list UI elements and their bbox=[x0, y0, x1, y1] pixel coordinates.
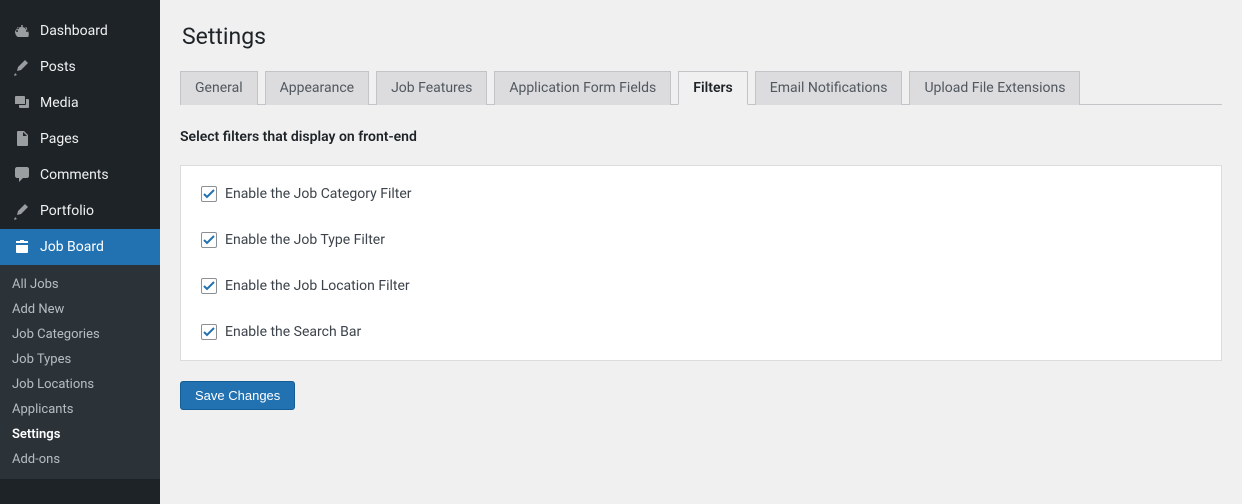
content-area: Settings General Appearance Job Features… bbox=[160, 0, 1242, 504]
sidebar-submenu: All Jobs Add New Job Categories Job Type… bbox=[0, 265, 160, 479]
pin-icon bbox=[12, 201, 32, 221]
submenu-job-categories[interactable]: Job Categories bbox=[0, 322, 160, 347]
checkbox-job-type[interactable] bbox=[201, 232, 217, 248]
filter-row: Enable the Job Type Filter bbox=[201, 232, 1201, 248]
briefcase-icon bbox=[12, 237, 32, 257]
sidebar-item-dashboard[interactable]: Dashboard bbox=[0, 13, 160, 49]
tab-general[interactable]: General bbox=[180, 71, 258, 105]
dashboard-icon bbox=[12, 21, 32, 41]
checkbox-search-bar[interactable] bbox=[201, 324, 217, 340]
checkbox-label: Enable the Job Location Filter bbox=[225, 278, 410, 294]
submenu-job-types[interactable]: Job Types bbox=[0, 347, 160, 372]
sidebar-item-label: Dashboard bbox=[40, 23, 108, 39]
media-icon bbox=[12, 93, 32, 113]
sidebar-item-label: Pages bbox=[40, 131, 79, 147]
admin-sidebar: Dashboard Posts Media Pages Comments Por… bbox=[0, 0, 160, 504]
sidebar-item-label: Job Board bbox=[40, 239, 104, 255]
checkbox-job-location[interactable] bbox=[201, 278, 217, 294]
sidebar-item-label: Posts bbox=[40, 59, 76, 75]
tabs-nav: General Appearance Job Features Applicat… bbox=[180, 70, 1222, 105]
comment-icon bbox=[12, 165, 32, 185]
sidebar-item-pages[interactable]: Pages bbox=[0, 121, 160, 157]
tab-application-form-fields[interactable]: Application Form Fields bbox=[494, 71, 671, 105]
filter-row: Enable the Job Category Filter bbox=[201, 186, 1201, 202]
checkbox-label: Enable the Job Type Filter bbox=[225, 232, 385, 248]
sidebar-item-label: Portfolio bbox=[40, 203, 94, 219]
checkbox-job-category[interactable] bbox=[201, 186, 217, 202]
sidebar-item-media[interactable]: Media bbox=[0, 85, 160, 121]
submenu-settings[interactable]: Settings bbox=[0, 422, 160, 447]
filter-row: Enable the Job Location Filter bbox=[201, 278, 1201, 294]
sidebar-item-job-board[interactable]: Job Board bbox=[0, 229, 160, 265]
filters-panel: Enable the Job Category Filter Enable th… bbox=[180, 165, 1222, 361]
submenu-job-locations[interactable]: Job Locations bbox=[0, 372, 160, 397]
page-icon bbox=[12, 129, 32, 149]
sidebar-item-portfolio[interactable]: Portfolio bbox=[0, 193, 160, 229]
sidebar-item-label: Media bbox=[40, 95, 79, 111]
pin-icon bbox=[12, 57, 32, 77]
submenu-applicants[interactable]: Applicants bbox=[0, 397, 160, 422]
tab-email-notifications[interactable]: Email Notifications bbox=[755, 71, 903, 105]
submenu-add-new[interactable]: Add New bbox=[0, 297, 160, 322]
page-title: Settings bbox=[182, 23, 1222, 50]
sidebar-item-comments[interactable]: Comments bbox=[0, 157, 160, 193]
submenu-all-jobs[interactable]: All Jobs bbox=[0, 272, 160, 297]
sidebar-item-label: Comments bbox=[40, 167, 109, 183]
tab-appearance[interactable]: Appearance bbox=[265, 71, 369, 105]
submenu-add-ons[interactable]: Add-ons bbox=[0, 447, 160, 472]
checkbox-label: Enable the Job Category Filter bbox=[225, 186, 412, 202]
save-changes-button[interactable]: Save Changes bbox=[180, 381, 295, 410]
checkbox-label: Enable the Search Bar bbox=[225, 324, 361, 340]
tab-job-features[interactable]: Job Features bbox=[376, 71, 487, 105]
sidebar-item-posts[interactable]: Posts bbox=[0, 49, 160, 85]
filter-row: Enable the Search Bar bbox=[201, 324, 1201, 340]
tab-filters[interactable]: Filters bbox=[678, 71, 747, 105]
section-description: Select filters that display on front-end bbox=[180, 129, 1222, 145]
tab-upload-file-extensions[interactable]: Upload File Extensions bbox=[909, 71, 1080, 105]
